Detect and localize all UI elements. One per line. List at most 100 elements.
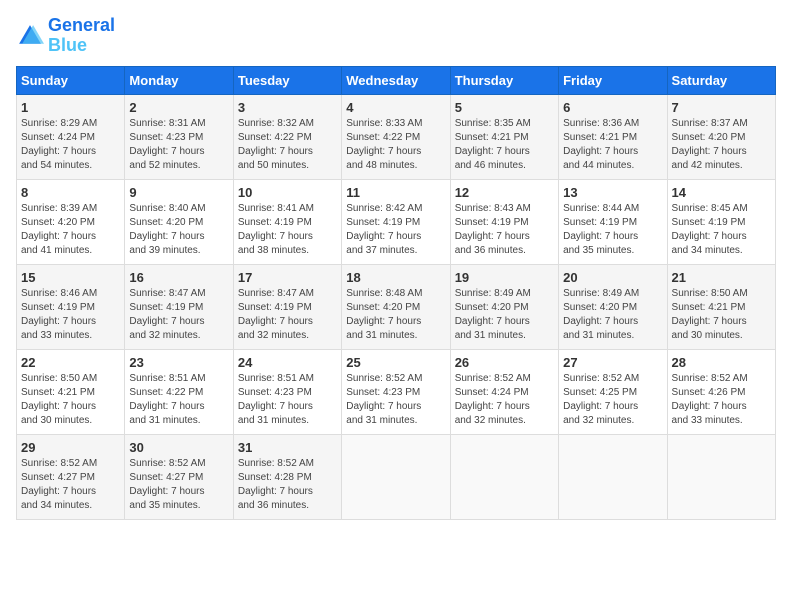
calendar-cell: 28 Sunrise: 8:52 AM Sunset: 4:26 PM Dayl… bbox=[667, 349, 775, 434]
cell-content: Sunrise: 8:29 AM Sunset: 4:24 PM Dayligh… bbox=[21, 117, 120, 173]
calendar-cell: 27 Sunrise: 8:52 AM Sunset: 4:25 PM Dayl… bbox=[559, 349, 667, 434]
cell-content: Sunrise: 8:37 AM Sunset: 4:20 PM Dayligh… bbox=[672, 117, 771, 173]
page-header: General Blue bbox=[16, 16, 776, 56]
calendar-cell: 21 Sunrise: 8:50 AM Sunset: 4:21 PM Dayl… bbox=[667, 264, 775, 349]
day-number: 28 bbox=[672, 355, 771, 370]
cell-content: Sunrise: 8:52 AM Sunset: 4:27 PM Dayligh… bbox=[129, 457, 228, 513]
calendar-table: SundayMondayTuesdayWednesdayThursdayFrid… bbox=[16, 66, 776, 520]
day-number: 26 bbox=[455, 355, 554, 370]
day-number: 3 bbox=[238, 100, 337, 115]
calendar-cell: 19 Sunrise: 8:49 AM Sunset: 4:20 PM Dayl… bbox=[450, 264, 558, 349]
day-number: 24 bbox=[238, 355, 337, 370]
calendar-cell: 20 Sunrise: 8:49 AM Sunset: 4:20 PM Dayl… bbox=[559, 264, 667, 349]
cell-content: Sunrise: 8:46 AM Sunset: 4:19 PM Dayligh… bbox=[21, 287, 120, 343]
day-number: 14 bbox=[672, 185, 771, 200]
calendar-cell: 26 Sunrise: 8:52 AM Sunset: 4:24 PM Dayl… bbox=[450, 349, 558, 434]
calendar-cell: 10 Sunrise: 8:41 AM Sunset: 4:19 PM Dayl… bbox=[233, 179, 341, 264]
header-thursday: Thursday bbox=[450, 66, 558, 94]
calendar-cell: 23 Sunrise: 8:51 AM Sunset: 4:22 PM Dayl… bbox=[125, 349, 233, 434]
calendar-week-1: 1 Sunrise: 8:29 AM Sunset: 4:24 PM Dayli… bbox=[17, 94, 776, 179]
calendar-cell: 22 Sunrise: 8:50 AM Sunset: 4:21 PM Dayl… bbox=[17, 349, 125, 434]
day-number: 19 bbox=[455, 270, 554, 285]
calendar-cell: 30 Sunrise: 8:52 AM Sunset: 4:27 PM Dayl… bbox=[125, 434, 233, 519]
calendar-cell: 2 Sunrise: 8:31 AM Sunset: 4:23 PM Dayli… bbox=[125, 94, 233, 179]
cell-content: Sunrise: 8:50 AM Sunset: 4:21 PM Dayligh… bbox=[21, 372, 120, 428]
cell-content: Sunrise: 8:49 AM Sunset: 4:20 PM Dayligh… bbox=[455, 287, 554, 343]
header-sunday: Sunday bbox=[17, 66, 125, 94]
cell-content: Sunrise: 8:41 AM Sunset: 4:19 PM Dayligh… bbox=[238, 202, 337, 258]
cell-content: Sunrise: 8:44 AM Sunset: 4:19 PM Dayligh… bbox=[563, 202, 662, 258]
calendar-cell: 12 Sunrise: 8:43 AM Sunset: 4:19 PM Dayl… bbox=[450, 179, 558, 264]
cell-content: Sunrise: 8:42 AM Sunset: 4:19 PM Dayligh… bbox=[346, 202, 445, 258]
cell-content: Sunrise: 8:50 AM Sunset: 4:21 PM Dayligh… bbox=[672, 287, 771, 343]
calendar-cell: 31 Sunrise: 8:52 AM Sunset: 4:28 PM Dayl… bbox=[233, 434, 341, 519]
calendar-cell: 11 Sunrise: 8:42 AM Sunset: 4:19 PM Dayl… bbox=[342, 179, 450, 264]
calendar-cell bbox=[450, 434, 558, 519]
day-number: 15 bbox=[21, 270, 120, 285]
cell-content: Sunrise: 8:35 AM Sunset: 4:21 PM Dayligh… bbox=[455, 117, 554, 173]
calendar-cell: 6 Sunrise: 8:36 AM Sunset: 4:21 PM Dayli… bbox=[559, 94, 667, 179]
calendar-cell bbox=[667, 434, 775, 519]
header-wednesday: Wednesday bbox=[342, 66, 450, 94]
header-monday: Monday bbox=[125, 66, 233, 94]
cell-content: Sunrise: 8:52 AM Sunset: 4:27 PM Dayligh… bbox=[21, 457, 120, 513]
calendar-cell: 8 Sunrise: 8:39 AM Sunset: 4:20 PM Dayli… bbox=[17, 179, 125, 264]
calendar-cell: 18 Sunrise: 8:48 AM Sunset: 4:20 PM Dayl… bbox=[342, 264, 450, 349]
cell-content: Sunrise: 8:52 AM Sunset: 4:26 PM Dayligh… bbox=[672, 372, 771, 428]
calendar-cell: 4 Sunrise: 8:33 AM Sunset: 4:22 PM Dayli… bbox=[342, 94, 450, 179]
day-number: 2 bbox=[129, 100, 228, 115]
day-number: 21 bbox=[672, 270, 771, 285]
header-tuesday: Tuesday bbox=[233, 66, 341, 94]
calendar-cell: 16 Sunrise: 8:47 AM Sunset: 4:19 PM Dayl… bbox=[125, 264, 233, 349]
day-number: 31 bbox=[238, 440, 337, 455]
cell-content: Sunrise: 8:32 AM Sunset: 4:22 PM Dayligh… bbox=[238, 117, 337, 173]
cell-content: Sunrise: 8:36 AM Sunset: 4:21 PM Dayligh… bbox=[563, 117, 662, 173]
day-number: 22 bbox=[21, 355, 120, 370]
calendar-cell: 9 Sunrise: 8:40 AM Sunset: 4:20 PM Dayli… bbox=[125, 179, 233, 264]
cell-content: Sunrise: 8:52 AM Sunset: 4:25 PM Dayligh… bbox=[563, 372, 662, 428]
cell-content: Sunrise: 8:45 AM Sunset: 4:19 PM Dayligh… bbox=[672, 202, 771, 258]
logo-icon bbox=[16, 22, 44, 50]
cell-content: Sunrise: 8:51 AM Sunset: 4:22 PM Dayligh… bbox=[129, 372, 228, 428]
header-saturday: Saturday bbox=[667, 66, 775, 94]
cell-content: Sunrise: 8:31 AM Sunset: 4:23 PM Dayligh… bbox=[129, 117, 228, 173]
day-number: 27 bbox=[563, 355, 662, 370]
cell-content: Sunrise: 8:51 AM Sunset: 4:23 PM Dayligh… bbox=[238, 372, 337, 428]
day-number: 10 bbox=[238, 185, 337, 200]
day-number: 6 bbox=[563, 100, 662, 115]
calendar-cell: 29 Sunrise: 8:52 AM Sunset: 4:27 PM Dayl… bbox=[17, 434, 125, 519]
cell-content: Sunrise: 8:47 AM Sunset: 4:19 PM Dayligh… bbox=[129, 287, 228, 343]
calendar-cell: 1 Sunrise: 8:29 AM Sunset: 4:24 PM Dayli… bbox=[17, 94, 125, 179]
day-number: 25 bbox=[346, 355, 445, 370]
day-number: 30 bbox=[129, 440, 228, 455]
day-number: 23 bbox=[129, 355, 228, 370]
day-number: 17 bbox=[238, 270, 337, 285]
cell-content: Sunrise: 8:49 AM Sunset: 4:20 PM Dayligh… bbox=[563, 287, 662, 343]
day-number: 20 bbox=[563, 270, 662, 285]
calendar-cell: 17 Sunrise: 8:47 AM Sunset: 4:19 PM Dayl… bbox=[233, 264, 341, 349]
cell-content: Sunrise: 8:52 AM Sunset: 4:28 PM Dayligh… bbox=[238, 457, 337, 513]
calendar-week-2: 8 Sunrise: 8:39 AM Sunset: 4:20 PM Dayli… bbox=[17, 179, 776, 264]
day-number: 4 bbox=[346, 100, 445, 115]
header-friday: Friday bbox=[559, 66, 667, 94]
cell-content: Sunrise: 8:52 AM Sunset: 4:24 PM Dayligh… bbox=[455, 372, 554, 428]
calendar-cell: 24 Sunrise: 8:51 AM Sunset: 4:23 PM Dayl… bbox=[233, 349, 341, 434]
cell-content: Sunrise: 8:33 AM Sunset: 4:22 PM Dayligh… bbox=[346, 117, 445, 173]
day-number: 18 bbox=[346, 270, 445, 285]
calendar-week-3: 15 Sunrise: 8:46 AM Sunset: 4:19 PM Dayl… bbox=[17, 264, 776, 349]
day-number: 11 bbox=[346, 185, 445, 200]
cell-content: Sunrise: 8:39 AM Sunset: 4:20 PM Dayligh… bbox=[21, 202, 120, 258]
day-number: 8 bbox=[21, 185, 120, 200]
day-number: 5 bbox=[455, 100, 554, 115]
cell-content: Sunrise: 8:48 AM Sunset: 4:20 PM Dayligh… bbox=[346, 287, 445, 343]
calendar-cell: 14 Sunrise: 8:45 AM Sunset: 4:19 PM Dayl… bbox=[667, 179, 775, 264]
calendar-cell: 15 Sunrise: 8:46 AM Sunset: 4:19 PM Dayl… bbox=[17, 264, 125, 349]
calendar-cell: 25 Sunrise: 8:52 AM Sunset: 4:23 PM Dayl… bbox=[342, 349, 450, 434]
calendar-cell: 13 Sunrise: 8:44 AM Sunset: 4:19 PM Dayl… bbox=[559, 179, 667, 264]
calendar-cell bbox=[342, 434, 450, 519]
day-number: 12 bbox=[455, 185, 554, 200]
day-number: 13 bbox=[563, 185, 662, 200]
calendar-cell: 5 Sunrise: 8:35 AM Sunset: 4:21 PM Dayli… bbox=[450, 94, 558, 179]
calendar-header-row: SundayMondayTuesdayWednesdayThursdayFrid… bbox=[17, 66, 776, 94]
cell-content: Sunrise: 8:43 AM Sunset: 4:19 PM Dayligh… bbox=[455, 202, 554, 258]
